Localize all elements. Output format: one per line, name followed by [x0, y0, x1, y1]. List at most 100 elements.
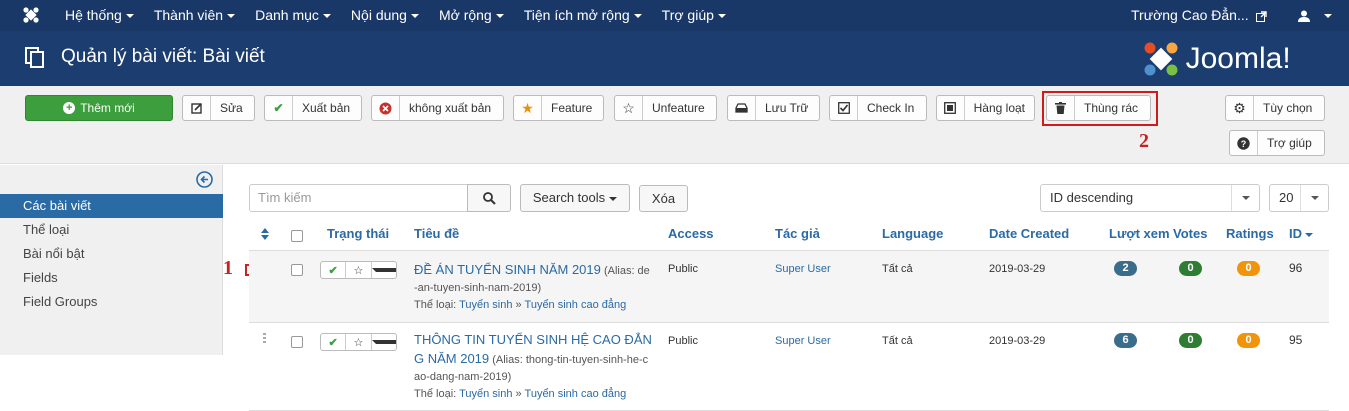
- row-checkbox[interactable]: [291, 264, 303, 276]
- caret-down-icon: [717, 14, 726, 19]
- search-input[interactable]: Tìm kiếm: [249, 184, 468, 212]
- dropdown-toggle[interactable]: [371, 334, 396, 350]
- hits-badge: 6: [1114, 333, 1137, 348]
- row-checkbox[interactable]: [291, 336, 303, 348]
- category-separator: »: [515, 388, 522, 400]
- search-button[interactable]: [467, 184, 511, 212]
- caret-down-icon: [371, 340, 396, 344]
- header-title[interactable]: Tiêu đề: [414, 226, 459, 241]
- ordering-select[interactable]: ID descending: [1040, 184, 1260, 212]
- sort-icon[interactable]: [261, 228, 269, 240]
- publish-label: Xuất bản: [302, 101, 351, 115]
- menu-categories[interactable]: Danh mục: [245, 0, 341, 31]
- header-id[interactable]: ID: [1289, 226, 1313, 241]
- category-child-link[interactable]: Tuyển sinh cao đẳng: [525, 299, 627, 311]
- menu-extensions[interactable]: Tiện ích mở rộng: [514, 0, 652, 31]
- options-button[interactable]: ⚙ Tùy chọn: [1225, 95, 1325, 121]
- menu-system[interactable]: Hệ thống: [55, 0, 144, 31]
- header-date[interactable]: Date Created: [989, 226, 1069, 241]
- menu-label: Trợ giúp: [661, 7, 714, 23]
- search-tools-button[interactable]: Search tools: [520, 184, 630, 212]
- checkin-button[interactable]: Check In: [829, 95, 927, 121]
- category-parent-link[interactable]: Tuyển sinh: [459, 388, 512, 400]
- limit-value: 20: [1279, 190, 1294, 205]
- drag-handle-icon[interactable]: [263, 333, 266, 345]
- batch-button[interactable]: Hàng loạt: [936, 95, 1035, 121]
- header-author[interactable]: Tác giả: [775, 226, 820, 241]
- select-all-checkbox[interactable]: [291, 230, 303, 242]
- site-name: Trường Cao Đẳn...: [1131, 7, 1249, 23]
- star-outline-icon: ☆: [615, 96, 643, 120]
- unpublish-label: không xuất bản: [409, 101, 492, 115]
- user-menu[interactable]: [1298, 0, 1332, 31]
- article-category: Thể loại: Tuyển sinh » Tuyển sinh cao đẳ…: [414, 299, 626, 311]
- header-status[interactable]: Trạng thái: [327, 226, 389, 241]
- menu-content[interactable]: Nội dung: [341, 0, 429, 31]
- collapse-sidebar-icon[interactable]: [196, 171, 213, 188]
- author-link[interactable]: Super User: [775, 263, 831, 275]
- table-row: ✔ ☆ ĐỀ ÁN TUYỂN SINH NĂM 2019 (Alias: de…: [249, 251, 1329, 323]
- table-header: Trạng thái Tiêu đề Access Tác giả Langua…: [249, 220, 1329, 251]
- new-label: Thêm mới: [80, 101, 135, 115]
- published-check-icon[interactable]: ✔: [321, 262, 347, 278]
- header-hits[interactable]: Lượt xem: [1109, 226, 1170, 241]
- menu-label: Hệ thống: [65, 7, 122, 23]
- publish-button[interactable]: ✔ Xuất bản: [264, 95, 362, 121]
- limit-select[interactable]: 20: [1269, 184, 1329, 212]
- question-icon: ?: [1230, 131, 1258, 155]
- access-value: Public: [668, 335, 698, 347]
- archive-label: Lưu Trữ: [765, 101, 809, 115]
- unpublish-button[interactable]: không xuất bản: [371, 95, 504, 121]
- trash-icon: [1047, 96, 1075, 120]
- published-check-icon[interactable]: ✔: [321, 334, 347, 350]
- feature-button[interactable]: ★ Feature: [513, 95, 604, 121]
- trash-button[interactable]: Thùng rác: [1046, 95, 1151, 121]
- top-navbar: Hệ thống Thành viên Danh mục Nội dung Mở…: [0, 0, 1349, 31]
- header-access[interactable]: Access: [668, 226, 714, 241]
- status-button-group: ✔ ☆: [320, 333, 397, 351]
- article-title-link-cont[interactable]: G NĂM 2019: [414, 351, 489, 366]
- header-id-label: ID: [1289, 226, 1302, 241]
- archive-button[interactable]: Lưu Trữ: [727, 95, 820, 121]
- annotation-step-2: 2: [1139, 130, 1149, 152]
- sidebar-item-articles[interactable]: Các bài viết: [0, 194, 223, 218]
- sidebar-item-categories[interactable]: Thể loại: [0, 218, 223, 242]
- clear-button[interactable]: Xóa: [639, 185, 688, 212]
- header-votes[interactable]: Votes: [1173, 226, 1207, 241]
- article-title-link[interactable]: ĐỀ ÁN TUYỂN SINH NĂM 2019: [414, 262, 601, 277]
- help-label: Trợ giúp: [1267, 136, 1312, 150]
- date-value: 2019-03-29: [989, 335, 1046, 347]
- help-button[interactable]: ? Trợ giúp: [1229, 130, 1325, 156]
- category-parent-link[interactable]: Tuyển sinh: [459, 299, 512, 311]
- new-button[interactable]: + Thêm mới: [25, 95, 173, 121]
- archive-icon: [728, 96, 756, 120]
- menu-users[interactable]: Thành viên: [144, 0, 245, 31]
- sidebar-item-field-groups[interactable]: Field Groups: [0, 290, 223, 314]
- sidebar-item-fields[interactable]: Fields: [0, 266, 223, 290]
- menu-extend[interactable]: Mở rộng: [429, 0, 514, 31]
- header-ratings[interactable]: Ratings: [1226, 226, 1274, 241]
- edit-button[interactable]: Sửa: [182, 95, 255, 121]
- header-language[interactable]: Language: [882, 226, 943, 241]
- site-link[interactable]: Trường Cao Đẳn...: [1131, 0, 1267, 31]
- batch-icon: [937, 96, 965, 120]
- star-outline-icon[interactable]: ☆: [346, 262, 372, 278]
- sidebar-item-featured[interactable]: Bài nổi bật: [0, 242, 223, 266]
- search-tools-label: Search tools: [532, 190, 606, 205]
- search-icon: [482, 191, 496, 205]
- unfeature-button[interactable]: ☆ Unfeature: [614, 95, 717, 121]
- category-label: Thể loại:: [414, 388, 457, 400]
- star-outline-icon[interactable]: ☆: [346, 334, 372, 350]
- votes-badge: 0: [1179, 333, 1202, 348]
- dropdown-toggle[interactable]: [371, 262, 396, 278]
- menu-help[interactable]: Trợ giúp: [652, 0, 736, 31]
- date-value: 2019-03-29: [989, 263, 1046, 275]
- article-title-link[interactable]: THÔNG TIN TUYỂN SINH HỆ CAO ĐẲN: [414, 332, 652, 347]
- page-header: Quản lý bài viết: Bài viết Joomla!: [0, 31, 1349, 86]
- author-link[interactable]: Super User: [775, 335, 831, 347]
- joomla-icon[interactable]: [22, 6, 40, 24]
- check-icon: ✔: [265, 96, 293, 120]
- caret-down-icon: [1323, 14, 1332, 19]
- category-child-link[interactable]: Tuyển sinh cao đẳng: [525, 388, 627, 400]
- edit-icon: [183, 96, 211, 120]
